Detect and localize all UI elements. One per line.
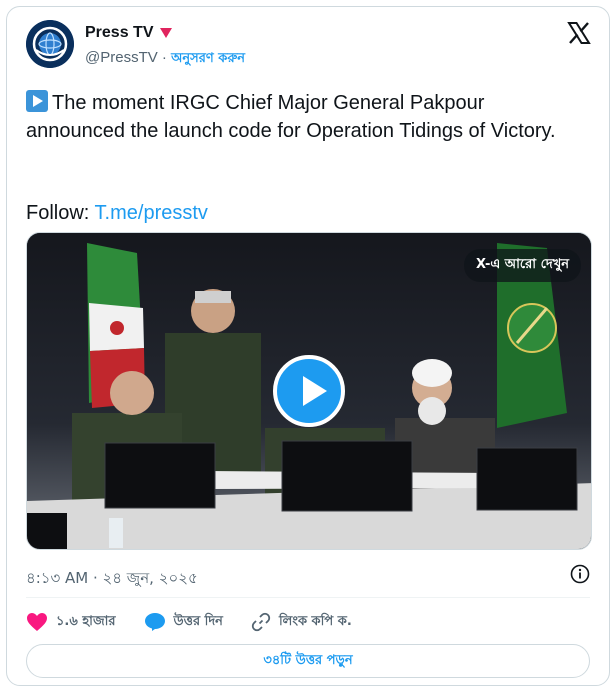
- tweet-text: The moment IRGC Chief Major General Pakp…: [26, 89, 586, 145]
- info-icon[interactable]: [570, 564, 590, 584]
- like-count: ১.৬ হাজার: [56, 613, 116, 629]
- see-more-on-x-button[interactable]: X-এ আরো দেখুন: [463, 249, 581, 282]
- reply-label: উত্তর দিন: [173, 613, 223, 629]
- avatar[interactable]: [26, 20, 74, 68]
- action-bar: ১.৬ হাজার উত্তর দিন লিংক কপি ক.: [26, 608, 380, 636]
- tweet-timestamp[interactable]: ৪:১৩ AM · ২৪ জুন, ২০২৫: [26, 567, 198, 592]
- telegram-link[interactable]: T.me/presstv: [95, 202, 208, 224]
- x-logo-icon[interactable]: [567, 21, 591, 45]
- separator: ·: [161, 49, 167, 66]
- handle-row: @PressTV · অনুসরণ করুন: [85, 49, 245, 70]
- read-replies-button[interactable]: ৩৪টি উত্তর পড়ুন: [26, 644, 590, 678]
- video-play-button[interactable]: [273, 355, 345, 427]
- copy-link-label: লিংক কপি ক.: [278, 613, 352, 629]
- video-media[interactable]: X-এ আরো দেখুন: [26, 232, 592, 550]
- like-button[interactable]: ১.৬ হাজার: [26, 612, 116, 633]
- author-handle[interactable]: @PressTV: [85, 49, 158, 66]
- follow-prefix: Follow:: [26, 202, 95, 224]
- follow-line: Follow: T.me/presstv: [26, 199, 208, 227]
- play-button-emoji-icon: [26, 90, 48, 112]
- heart-icon: [27, 613, 47, 631]
- reply-button[interactable]: উত্তর দিন: [144, 612, 223, 633]
- reply-bubble-icon: [144, 613, 165, 631]
- follow-button[interactable]: অনুসরণ করুন: [171, 51, 245, 66]
- affiliate-badge-icon: [160, 28, 172, 38]
- author-name[interactable]: Press TV: [85, 24, 153, 42]
- tweet-card: Press TV @PressTV · অনুসরণ করুন The mome…: [6, 6, 610, 686]
- tweet-body: The moment IRGC Chief Major General Pakp…: [26, 92, 556, 142]
- link-icon: [251, 612, 271, 632]
- copy-link-button[interactable]: লিংক কপি ক.: [251, 612, 352, 633]
- divider: [26, 597, 590, 598]
